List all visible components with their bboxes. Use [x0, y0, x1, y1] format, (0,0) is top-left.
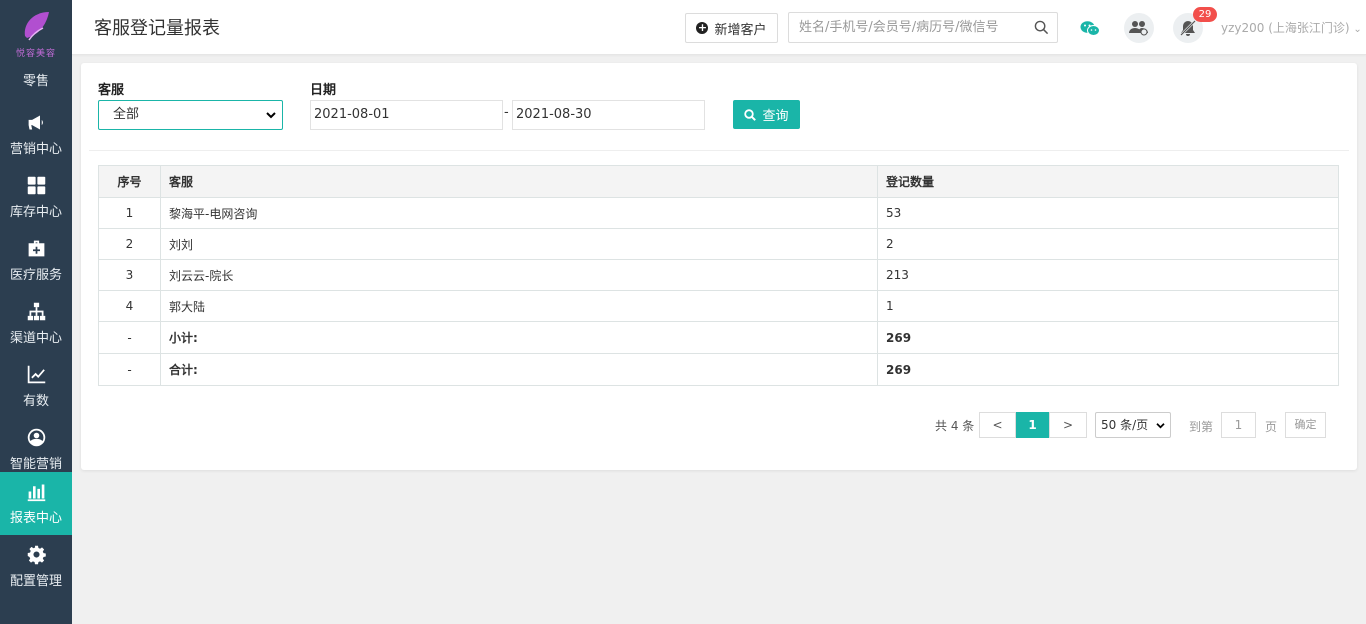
page-button-current[interactable]: 1	[1016, 412, 1049, 438]
wechat-icon[interactable]	[1075, 13, 1105, 43]
megaphone-icon	[28, 115, 43, 130]
divider	[89, 150, 1349, 151]
cell-index: 2	[98, 228, 161, 260]
sidebar-item-reports[interactable]: 报表中心	[0, 472, 72, 535]
chevron-down-icon: ⌄	[1353, 24, 1362, 35]
page-size-select[interactable]: 50 条/页	[1095, 412, 1171, 438]
search-icon[interactable]	[1034, 20, 1049, 35]
goto-confirm-button[interactable]: 确定	[1285, 412, 1326, 438]
logo: 悦容美容	[0, 0, 72, 63]
user-name-label: yzy200 (上海张江门诊)	[1221, 21, 1350, 35]
next-page-button[interactable]: >	[1049, 412, 1087, 438]
cell-total-value: 269	[877, 353, 1339, 386]
gear-icon	[27, 545, 46, 565]
sidebar-item-inventory[interactable]: 库存中心	[0, 166, 72, 229]
sidebar-item-label: 渠道中心	[9, 331, 62, 346]
notification-badge: 29	[1193, 7, 1217, 22]
sidebar-item-label: 智能营销	[9, 457, 62, 472]
cell-count: 2	[877, 228, 1339, 260]
staff-select-value: 全部	[113, 107, 140, 122]
sidebar: 悦容美容 零售 营销中心 库存中心 医疗服务 渠道中心 有数 智能营销 报表中心…	[0, 0, 72, 624]
logo-text: 悦容美容	[15, 49, 56, 59]
cell-count: 1	[877, 290, 1339, 322]
sidebar-item-label: 配置管理	[9, 574, 62, 589]
sidebar-item-settings[interactable]: 配置管理	[0, 535, 72, 598]
sidebar-item-marketing[interactable]: 营销中心	[0, 103, 72, 166]
search-icon	[744, 108, 757, 121]
date-filter-label: 日期	[310, 83, 337, 98]
cell-index: 3	[98, 259, 161, 291]
add-customer-label: 新增客户	[714, 22, 767, 38]
chevron-down-icon	[1156, 423, 1165, 429]
cell-index: -	[98, 353, 161, 386]
sidebar-item-label: 有数	[22, 394, 49, 409]
search-box	[788, 12, 1058, 43]
plus-circle-icon: +	[696, 21, 709, 34]
total-row: - 合计: 269	[98, 353, 1339, 386]
sidebar-item-channel[interactable]: 渠道中心	[0, 292, 72, 355]
table-row: 1 黎海平-电网咨询 53	[98, 197, 1339, 229]
table-header-row: 序号 客服 登记数量	[98, 165, 1339, 198]
top-header: 客服登记量报表 + 新增客户 29 yzy200 (上海张江门诊) ⌄	[72, 0, 1366, 55]
cell-total-label: 合计:	[160, 353, 878, 386]
sidebar-item-data[interactable]: 有数	[0, 355, 72, 418]
cell-staff: 刘刘	[160, 228, 878, 260]
cell-index: 4	[98, 290, 161, 322]
logo-icon	[24, 12, 49, 41]
staff-select[interactable]: 全部	[98, 100, 283, 130]
sidebar-item-label: 零售	[22, 74, 49, 89]
chevron-down-icon	[266, 112, 276, 119]
staff-filter-label: 客服	[98, 83, 125, 98]
column-header-staff: 客服	[160, 165, 878, 198]
table-row: 4 郭大陆 1	[98, 290, 1339, 322]
prev-page-button[interactable]: <	[979, 412, 1016, 438]
column-header-index: 序号	[98, 165, 161, 198]
subtotal-row: - 小计: 269	[98, 321, 1339, 354]
sidebar-item-label: 营销中心	[9, 142, 62, 157]
query-button[interactable]: 查询	[733, 100, 800, 129]
goto-page-input[interactable]: 1	[1221, 412, 1256, 438]
sidebar-item-medical[interactable]: 医疗服务	[0, 229, 72, 292]
medical-kit-icon	[28, 240, 44, 257]
line-chart-icon	[27, 365, 45, 384]
date-from-input[interactable]: 2021-08-01	[310, 100, 503, 130]
cell-subtotal-value: 269	[877, 321, 1339, 354]
table-row: 2 刘刘 2	[98, 228, 1339, 260]
date-separator: -	[504, 105, 509, 120]
sitemap-icon	[27, 302, 45, 321]
cell-index: -	[98, 321, 161, 354]
goto-label: 到第	[1189, 420, 1214, 434]
search-input[interactable]	[789, 13, 1025, 42]
user-menu[interactable]: yzy200 (上海张江门诊) ⌄	[1221, 19, 1362, 36]
cell-subtotal-label: 小计:	[160, 321, 878, 354]
page-size-value: 50 条/页	[1101, 418, 1149, 432]
cell-staff: 郭大陆	[160, 290, 878, 322]
grid-icon	[27, 176, 45, 195]
cell-staff: 黎海平-电网咨询	[160, 197, 878, 229]
page-unit-label: 页	[1265, 420, 1278, 434]
sidebar-item-retail[interactable]: 零售	[0, 63, 72, 103]
column-header-count: 登记数量	[877, 165, 1339, 198]
page-title: 客服登记量报表	[94, 18, 220, 39]
report-table: 序号 客服 登记数量 1 黎海平-电网咨询 53 2 刘刘 2 3 刘云云-院长…	[98, 165, 1339, 386]
date-to-input[interactable]: 2021-08-30	[512, 100, 705, 130]
report-card: 客服 全部 日期 2021-08-01 - 2021-08-30 查询 序号 客…	[81, 63, 1357, 470]
bar-chart-icon	[27, 484, 45, 502]
sidebar-item-label: 库存中心	[9, 205, 62, 220]
cell-count: 53	[877, 197, 1339, 229]
cell-index: 1	[98, 197, 161, 229]
table-row: 3 刘云云-院长 213	[98, 259, 1339, 291]
smart-marketing-icon	[27, 428, 45, 447]
cell-staff: 刘云云-院长	[160, 259, 878, 291]
cell-count: 213	[877, 259, 1339, 291]
sidebar-item-label: 医疗服务	[9, 268, 62, 283]
users-icon[interactable]	[1124, 13, 1154, 43]
pagination-total: 共 4 条	[935, 419, 975, 433]
add-customer-button[interactable]: + 新增客户	[685, 13, 778, 43]
query-button-label: 查询	[762, 109, 789, 124]
sidebar-item-label: 报表中心	[9, 511, 62, 526]
